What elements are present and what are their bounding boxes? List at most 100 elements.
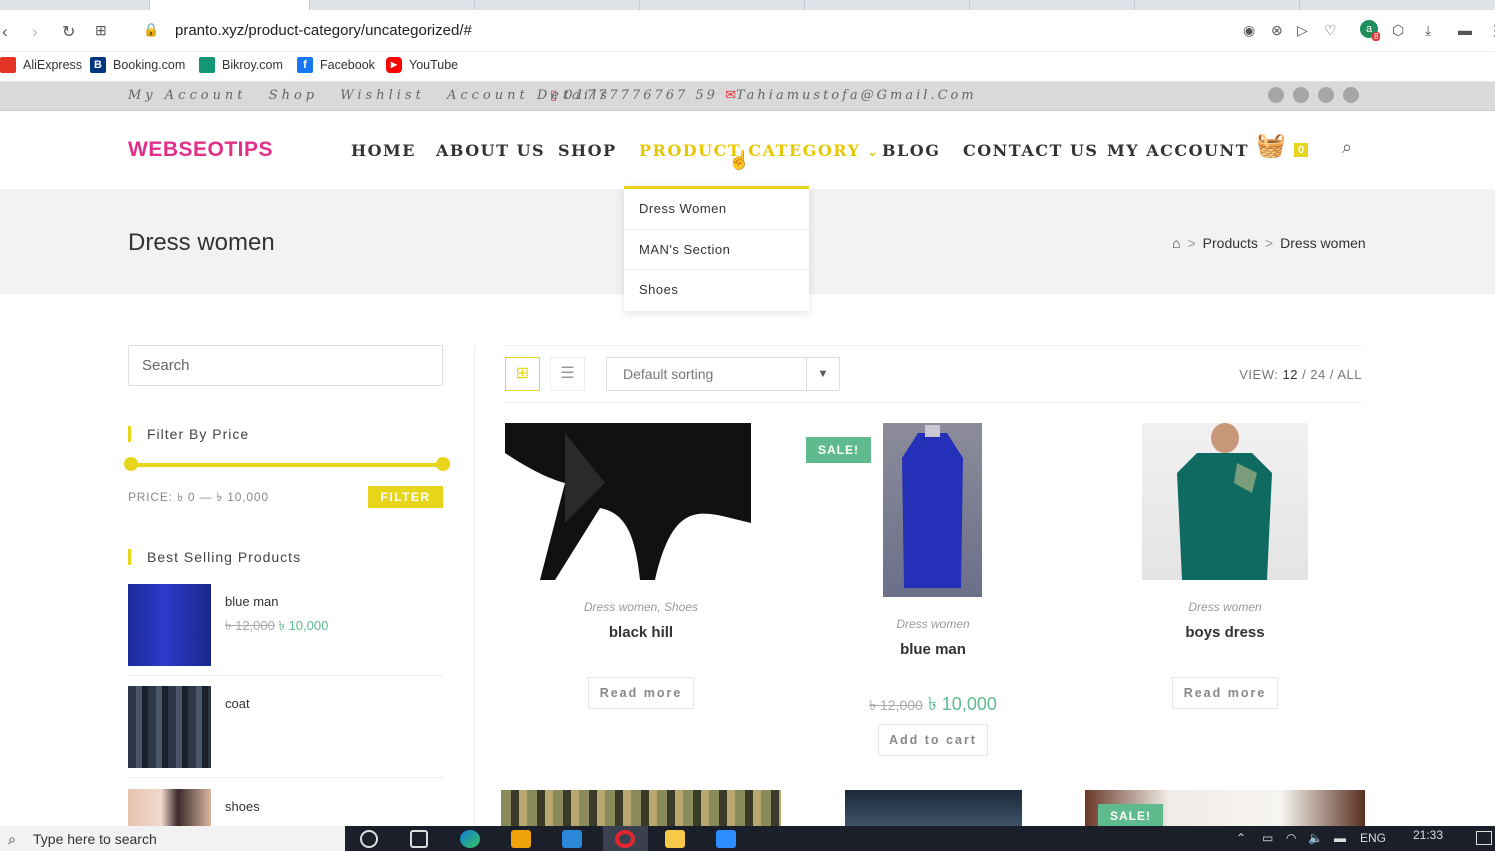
bookmark-bikroy[interactable]: Bikroy.com [199,57,283,73]
product-image[interactable] [501,790,781,826]
best-selling-name[interactable]: blue man [225,594,278,609]
view-options[interactable]: / 24 / ALL [1302,367,1362,382]
bookmark-booking[interactable]: B Booking.com [90,57,185,73]
nav-my-account[interactable]: MY ACCOUNT [1107,141,1249,160]
grid-view-icon[interactable]: ⊞ [505,357,540,391]
nav-shop[interactable]: SHOP [558,141,617,160]
add-to-cart-button[interactable]: Add to cart [878,724,988,756]
best-selling-item[interactable]: blue man ৳ 12,000 ৳ 10,000 [128,584,443,676]
coat-thumbnail[interactable] [128,686,211,768]
lock-icon[interactable]: 🔒 [143,22,159,38]
search-icon[interactable]: ⌕ [1342,137,1352,158]
best-selling-name[interactable]: shoes [225,799,260,814]
product-image[interactable] [845,790,1022,826]
volume-icon[interactable]: 🔈 [1308,831,1323,845]
forward-icon[interactable]: › [32,22,38,42]
email-address[interactable]: Tahiamustofa@Gmail.Com [736,88,977,103]
bookmark-aliexpress[interactable]: AliExpress [0,57,82,73]
sort-select[interactable]: Default sorting ▼ [606,357,840,391]
nav-blog[interactable]: BLOG [882,141,940,160]
filter-button[interactable]: FILTER [368,486,443,508]
dropdown-item-dress-women[interactable]: Dress Women [624,189,809,230]
tray-device-icon[interactable]: ▭ [1262,831,1273,845]
browser-tab[interactable] [1135,0,1300,10]
topbar-link-wishlist[interactable]: Wishlist [340,88,425,103]
browser-tab[interactable] [970,0,1135,10]
menu-icon[interactable]: ⋮ [1488,22,1495,39]
best-selling-name[interactable]: coat [225,696,250,711]
shoes-thumbnail[interactable] [128,789,211,826]
block-icon[interactable]: ⊗ [1271,22,1283,39]
site-logo[interactable]: WEBSEOTIPS [128,138,273,162]
twitter-icon[interactable] [1268,87,1284,103]
product-category-label[interactable]: Dress women, Shoes [516,600,766,614]
topbar-link-shop[interactable]: Shop [269,88,318,103]
list-view-icon[interactable]: ☰ [550,357,585,391]
notification-icon[interactable] [1476,831,1492,845]
black-hill-image[interactable] [505,423,751,580]
back-icon[interactable]: ‹ [2,22,8,42]
product-title[interactable]: boys dress [1100,624,1350,641]
blue-man-image[interactable] [883,423,982,597]
bookmark-facebook[interactable]: f Facebook [297,57,375,73]
mail-icon[interactable] [562,830,582,848]
tray-chevron-icon[interactable]: ⌃ [1236,831,1246,845]
facebook-icon[interactable] [1293,87,1309,103]
product-category-label[interactable]: Dress women [1100,600,1350,614]
browser-tab[interactable] [640,0,805,10]
nav-about-us[interactable]: ABOUT US [436,141,545,160]
nav-home[interactable]: HOME [351,141,416,160]
topbar-link-my-account[interactable]: My Account [128,88,247,103]
url-text[interactable]: pranto.xyz/product-category/uncategorize… [175,22,472,39]
product-category-label[interactable]: Dress women [808,617,1058,631]
breadcrumb-products[interactable]: Products [1203,235,1258,251]
price-slider-min-handle[interactable] [124,457,138,471]
browser-tab[interactable] [310,0,475,10]
browser-tab-active[interactable] [150,0,310,10]
browser-tab[interactable] [805,0,970,10]
camera-icon[interactable]: ◉ [1243,22,1255,39]
cube-icon[interactable]: ⬡ [1392,22,1404,39]
view-12[interactable]: 12 [1282,367,1297,382]
address-bar: ‹ › ↻ ⊞ 🔒 pranto.xyz/product-category/un… [0,10,1495,52]
taskbar-search[interactable]: ⌕ Type here to search [0,826,345,851]
dropdown-item-shoes[interactable]: Shoes [624,270,809,311]
home-icon[interactable]: ⌂ [1172,235,1180,251]
dribbble-icon[interactable] [1343,87,1359,103]
reload-icon[interactable]: ↻ [62,22,75,42]
price-slider-track[interactable] [130,463,443,467]
download-icon[interactable]: ⤓ [1425,22,1431,39]
battery-icon[interactable]: ▬ [1334,831,1346,845]
product-title[interactable]: blue man [808,641,1058,658]
price-slider-max-handle[interactable] [436,457,450,471]
browser-tab[interactable] [0,0,150,10]
read-more-button[interactable]: Read more [1172,677,1278,709]
send-icon[interactable]: ▷ [1297,22,1308,39]
boys-dress-image[interactable] [1142,423,1308,580]
dropdown-item-mans-section[interactable]: MAN's Section [624,230,809,271]
sidebar-search-input[interactable] [128,345,443,386]
nav-product-category[interactable]: PRODUCT CATEGORY ⌄ [639,141,879,160]
zoom-icon[interactable] [716,830,736,848]
opera-taskbar-item[interactable] [603,826,648,851]
file-explorer-icon[interactable] [665,830,685,848]
store-icon[interactable] [511,830,531,848]
browser-tab[interactable] [475,0,640,10]
cortana-icon[interactable] [360,830,378,848]
nav-contact-us[interactable]: CONTACT US [963,141,1098,160]
cart-button[interactable]: 🧺 0 [1256,131,1309,160]
bookmark-youtube[interactable]: ▶ YouTube [386,57,458,73]
pinterest-icon[interactable] [1318,87,1334,103]
language-indicator[interactable]: ENG [1360,831,1386,845]
clock[interactable]: 21:33 [1413,828,1443,842]
read-more-button[interactable]: Read more [588,677,694,709]
task-view-icon[interactable] [410,830,428,848]
blue-man-thumbnail[interactable] [128,584,211,666]
wifi-icon[interactable]: ◠ [1286,831,1296,845]
best-selling-item[interactable]: shoes [128,789,443,826]
tab-grid-icon[interactable]: ⊞ [95,22,107,39]
product-title[interactable]: black hill [516,624,766,641]
best-selling-item[interactable]: coat [128,686,443,778]
heart-icon[interactable]: ♡ [1324,22,1337,39]
edge-icon[interactable] [460,830,480,848]
